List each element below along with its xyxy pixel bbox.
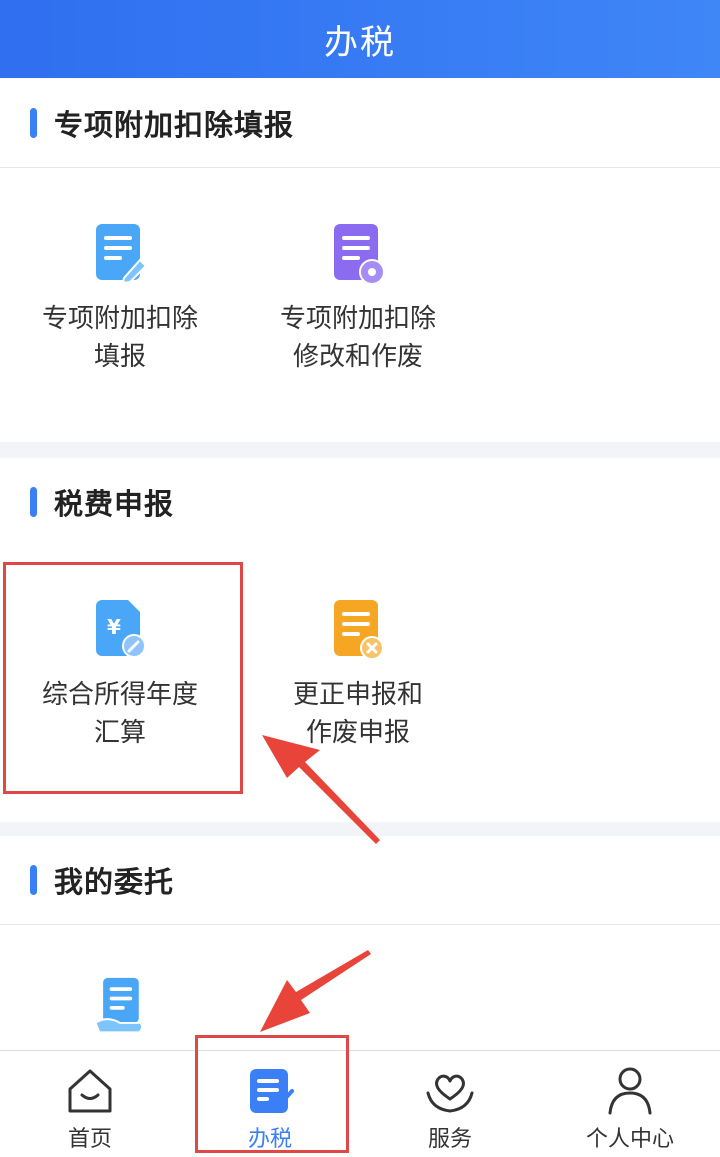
nav-home[interactable]: 首页 <box>0 1051 180 1157</box>
nav-personal-center[interactable]: 个人中心 <box>540 1051 720 1157</box>
document-hand-icon <box>94 977 144 1034</box>
highlight-box-annual-settlement <box>3 562 243 794</box>
nav-service[interactable]: 服务 <box>360 1051 540 1157</box>
section-title: 专项附加扣除填报 <box>54 108 295 142</box>
document-cancel-icon <box>334 600 384 660</box>
section-title: 我的委托 <box>54 865 175 899</box>
tile-label: 更正申报和 作废申报 <box>292 680 423 748</box>
section-gap <box>0 442 720 458</box>
section-my-entrust-header: 我的委托 <box>0 836 720 924</box>
nav-label: 服务 <box>427 1127 472 1152</box>
section-title: 税费申报 <box>54 487 175 521</box>
divider <box>0 167 720 168</box>
section-marker <box>30 487 37 517</box>
nav-label: 个人中心 <box>585 1127 674 1152</box>
section-gap <box>0 822 720 836</box>
arrow-to-nav-tax <box>260 950 371 1032</box>
section-tax-filing-header: 税费申报 <box>0 458 720 546</box>
highlight-box-nav-tax <box>195 1035 349 1153</box>
tile-special-deduction-fill[interactable]: 专项附加扣除 填报 <box>0 222 240 376</box>
person-icon <box>608 1067 652 1115</box>
section-special-deduction-header: 专项附加扣除填报 <box>0 79 720 167</box>
bottom-navigation: 首页 办税 服务 个人中心 <box>0 1050 720 1157</box>
tile-label: 专项附加扣除 填报 <box>41 304 198 372</box>
home-icon <box>68 1069 112 1113</box>
tile-label: 专项附加扣除 修改和作废 <box>279 304 436 372</box>
document-settings-icon <box>334 224 385 285</box>
section-marker <box>30 865 37 895</box>
section-marker <box>30 108 37 138</box>
document-edit-icon <box>96 224 148 285</box>
tile-correction-cancel-filing[interactable]: 更正申报和 作废申报 <box>238 598 478 752</box>
divider <box>0 924 720 925</box>
page-title: 办税 <box>324 22 396 63</box>
nav-label: 首页 <box>67 1127 112 1152</box>
heart-hands-icon <box>426 1074 474 1113</box>
app-header: 办税 <box>0 0 720 78</box>
tile-special-deduction-modify[interactable]: 专项附加扣除 修改和作废 <box>238 222 478 376</box>
